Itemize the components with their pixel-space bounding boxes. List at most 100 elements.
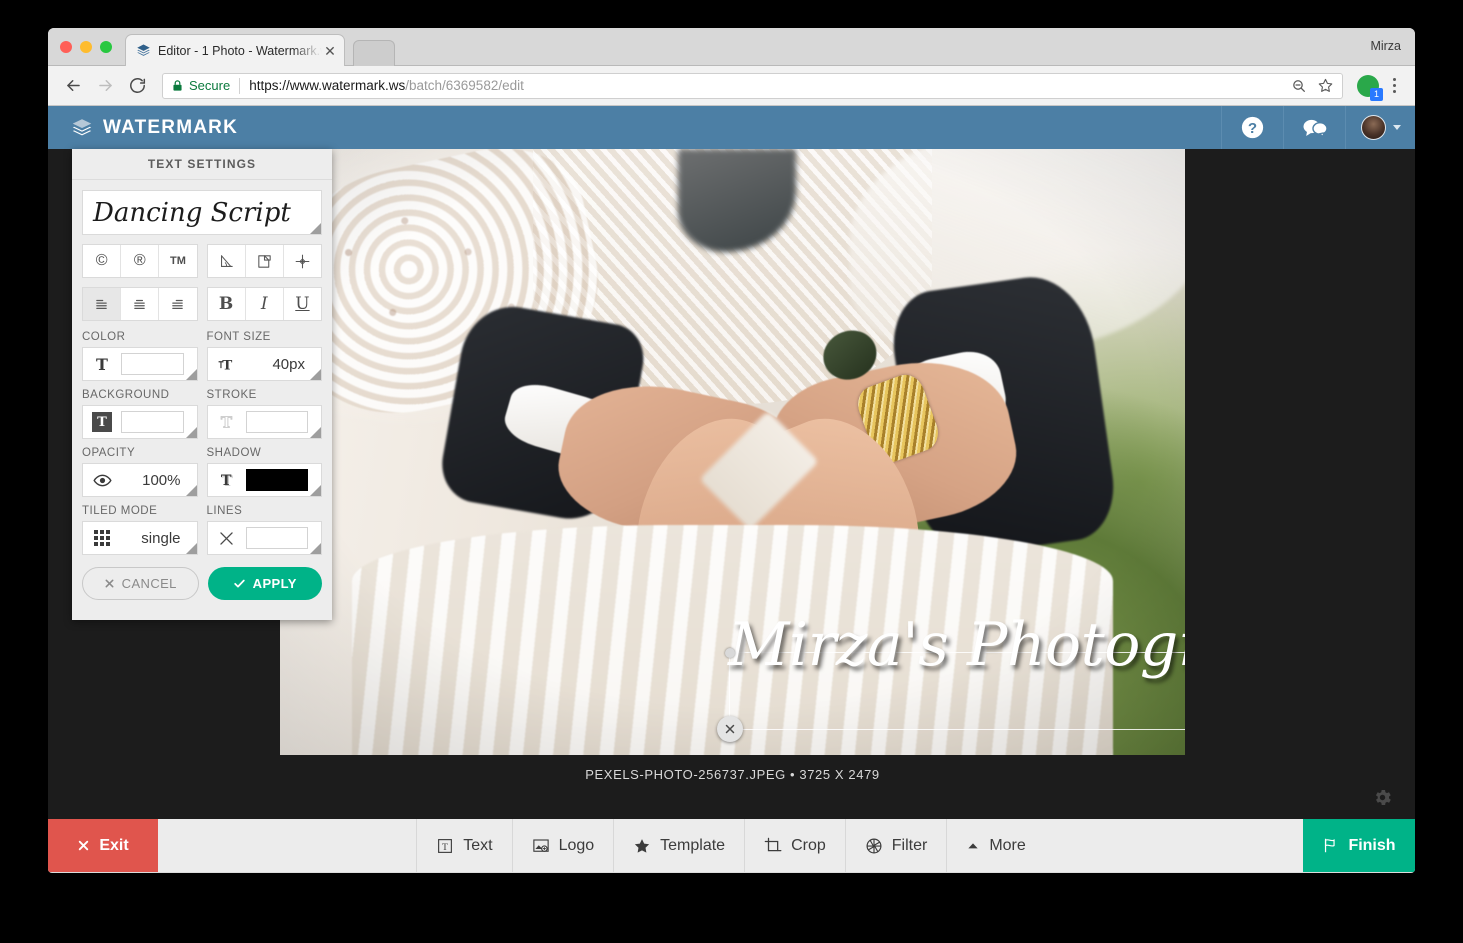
cancel-button[interactable]: CANCEL (82, 567, 199, 600)
delete-handle-button[interactable] (717, 716, 743, 742)
opacity-label: OPACITY (82, 447, 136, 459)
logo-tool-button[interactable]: Logo (511, 819, 614, 872)
dropdown-corner-icon (310, 369, 321, 380)
align-left-icon (93, 297, 110, 311)
chrome-profile-avatar[interactable]: 1 (1357, 74, 1383, 101)
maximize-window-button[interactable] (100, 41, 112, 53)
rotate-angle-button[interactable] (208, 245, 246, 277)
apply-label: APPLY (252, 576, 297, 591)
dropdown-corner-icon (310, 543, 321, 554)
align-center-button[interactable] (121, 288, 160, 320)
close-window-button[interactable] (60, 41, 72, 53)
background-swatch[interactable] (121, 411, 184, 433)
text-tool-button[interactable]: T Text (416, 819, 511, 872)
symbol-transform-row: © ® TM (82, 244, 322, 278)
gear-icon (1372, 787, 1393, 808)
dropdown-corner-icon (185, 427, 197, 438)
background-field: BACKGROUND T (82, 389, 198, 439)
field-row: TILED MODE single LINES (82, 505, 322, 555)
close-x-icon (104, 578, 115, 589)
bookmark-star-icon[interactable] (1317, 77, 1334, 94)
shadow-control[interactable]: T T (206, 463, 322, 497)
lines-label: LINES (206, 505, 243, 517)
tab-close-button[interactable]: ✕ (322, 44, 338, 58)
reload-button[interactable] (122, 71, 152, 101)
tiled-mode-control[interactable]: single (82, 521, 198, 555)
font-size-control[interactable]: T 40px (206, 347, 322, 381)
duplicate-button[interactable] (246, 245, 284, 277)
transform-button-group (206, 244, 322, 278)
template-tool-label: Template (660, 836, 726, 854)
italic-button[interactable]: I (246, 288, 284, 320)
svg-text:T: T (222, 357, 232, 373)
finish-button[interactable]: Finish (1303, 819, 1415, 872)
underline-button[interactable]: U (284, 288, 321, 320)
chrome-menu-button[interactable] (1383, 73, 1405, 99)
svg-text:?: ? (1248, 120, 1257, 137)
registered-button[interactable]: ® (121, 245, 160, 277)
dropdown-corner-icon (310, 427, 321, 438)
apply-button[interactable]: APPLY (207, 567, 322, 600)
url-host: https://www.watermark.ws (249, 78, 406, 93)
filter-tool-button[interactable]: Filter (844, 819, 947, 872)
stroke-swatch[interactable] (245, 411, 308, 433)
lines-swatch[interactable] (245, 527, 308, 549)
font-family-select[interactable]: Dancing Script (82, 190, 322, 235)
back-button[interactable] (58, 71, 88, 101)
app-header: WATERMARK ? (48, 106, 1415, 149)
trademark-button[interactable]: TM (159, 245, 196, 277)
color-control[interactable]: T (82, 347, 198, 381)
font-family-value: Dancing Script (93, 197, 291, 228)
browser-right-controls: 1 (1353, 73, 1405, 101)
browser-tab[interactable]: Editor - 1 Photo - Watermark.w ✕ (125, 34, 345, 66)
forward-button[interactable] (90, 71, 120, 101)
lines-control[interactable] (206, 521, 322, 555)
caret-up-icon (966, 839, 980, 853)
eye-icon (83, 471, 121, 490)
center-button[interactable] (284, 245, 321, 277)
help-circle-icon: ? (1240, 115, 1265, 140)
align-right-button[interactable] (159, 288, 196, 320)
dropdown-corner-icon (310, 485, 321, 496)
zoom-out-icon[interactable] (1291, 78, 1307, 94)
more-tool-button[interactable]: More (946, 819, 1044, 872)
crop-tool-label: Crop (791, 836, 826, 854)
help-button[interactable]: ? (1221, 106, 1283, 149)
new-tab-stub[interactable] (353, 40, 395, 66)
address-bar[interactable]: Secure https://www.watermark.ws/batch/63… (162, 72, 1343, 99)
watermark-text-object[interactable]: Mirza's Photography (717, 615, 1185, 742)
minimize-window-button[interactable] (80, 41, 92, 53)
panel-title: TEXT SETTINGS (72, 149, 332, 180)
color-swatch[interactable] (121, 353, 184, 375)
font-size-field: FONT SIZE T 40px (206, 331, 322, 381)
symbol-button-group: © ® TM (82, 244, 198, 278)
omnibox-icons (1281, 77, 1334, 94)
template-tool-button[interactable]: Template (613, 819, 744, 872)
canvas-settings-button[interactable] (1372, 787, 1393, 808)
bold-button[interactable]: B (208, 288, 246, 320)
align-center-icon (131, 297, 148, 311)
shadow-swatch[interactable] (245, 469, 308, 491)
browser-window: Editor - 1 Photo - Watermark.w ✕ Mirza S… (48, 28, 1415, 873)
bottom-bar-spacer-right (1045, 819, 1303, 872)
filter-tool-label: Filter (891, 836, 928, 854)
chat-button[interactable] (1283, 106, 1345, 149)
align-left-button[interactable] (83, 288, 122, 320)
brand-logo[interactable]: WATERMARK (48, 117, 238, 139)
watermark-logo-icon (136, 43, 151, 58)
resize-handle-top-left[interactable] (725, 648, 735, 658)
exit-button[interactable]: Exit (48, 819, 158, 872)
browser-profile-name[interactable]: Mirza (1370, 39, 1401, 53)
copyright-button[interactable]: © (83, 245, 122, 277)
photo-canvas[interactable]: Mirza's Photography (280, 149, 1185, 755)
user-menu-button[interactable] (1345, 106, 1415, 149)
stroke-label: STROKE (206, 389, 257, 401)
shadow-label: SHADOW (206, 447, 262, 459)
stroke-control[interactable]: T (206, 405, 322, 439)
opacity-control[interactable]: 100% (82, 463, 198, 497)
opacity-field: OPACITY 100% (82, 447, 198, 497)
crop-tool-button[interactable]: Crop (744, 819, 845, 872)
exit-label: Exit (99, 836, 129, 854)
star-icon (633, 837, 651, 855)
background-control[interactable]: T (82, 405, 198, 439)
